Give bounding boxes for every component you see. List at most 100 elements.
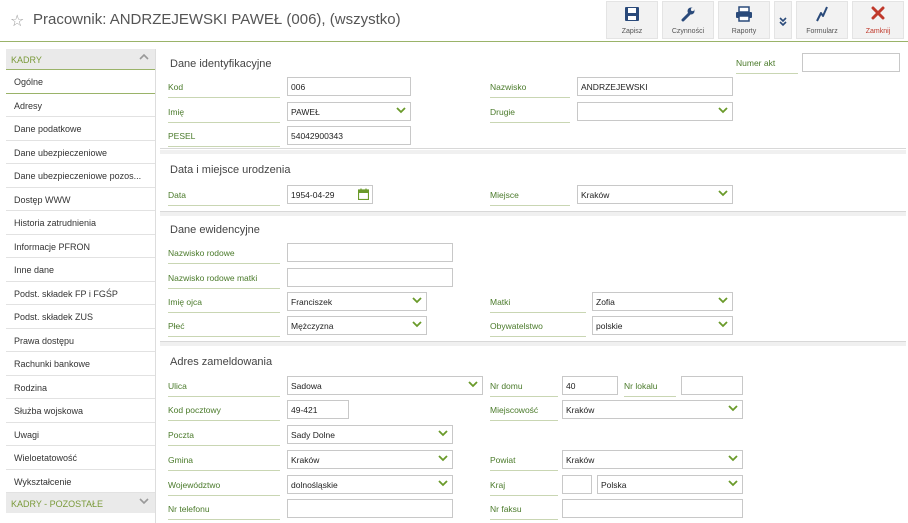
lightning-icon [797,2,847,26]
numer-akt-input[interactable] [802,53,900,72]
sidebar-section-footer[interactable]: KADRY - POZOSTAŁE [6,493,155,513]
sidebar-item-ogolne[interactable]: Ogólne [6,70,155,94]
sidebar-item-wyksztalcenie[interactable]: Wykształcenie [6,470,155,493]
nazwisko-input[interactable]: ANDRZEJEWSKI [577,77,733,96]
telefon-input[interactable] [287,499,453,518]
sidebar-item-dane-ubezpieczeniowe-pozostale[interactable]: Dane ubezpieczeniowe pozos... [6,164,155,188]
plec-select[interactable]: Mężczyzna [287,316,427,335]
sidebar-item-sluzba-wojskowa[interactable]: Służba wojskowa [6,399,155,423]
faks-input[interactable] [562,499,743,518]
data-urodzenia-label: Data [168,190,280,206]
imie-ojca-select[interactable]: Franciszek [287,292,427,311]
chevron-down-icon [468,380,478,390]
reports-button[interactable]: Raporty [718,1,770,39]
section-title: Dane identyfikacyjne [170,58,272,70]
imie-select[interactable]: PAWEŁ [287,102,411,121]
window-header: ☆ Pracownik: ANDRZEJEWSKI PAWEŁ (006), (… [0,0,908,42]
telefon-label: Nr telefonu [168,504,280,520]
calendar-icon[interactable] [357,188,370,202]
sidebar-item-rachunki-bankowe[interactable]: Rachunki bankowe [6,352,155,376]
miejsce-select[interactable]: Kraków [577,185,733,204]
drugie-label: Drugie [490,107,570,123]
close-button[interactable]: Zamknij [852,1,904,39]
chevron-down-icon [438,479,448,489]
kod-input[interactable]: 006 [287,77,411,96]
wrench-icon [663,2,713,26]
powiat-select[interactable]: Kraków [562,450,743,469]
nr-lokalu-label: Nr lokalu [624,381,676,397]
sidebar-item-podst-skladek-zus[interactable]: Podst. składek ZUS [6,305,155,329]
sidebar-item-uwagi[interactable]: Uwagi [6,423,155,446]
wojewodztwo-select[interactable]: dolnośląskie [287,475,453,494]
nazwisko-rodowe-matki-input[interactable] [287,268,453,287]
ulica-select[interactable]: Sadowa [287,376,483,395]
data-urodzenia-input[interactable]: 1954-04-29 [287,185,373,204]
faks-label: Nr faksu [490,504,558,520]
plec-label: Płeć [168,321,280,337]
close-icon [853,2,903,26]
chevron-down-icon [718,106,728,116]
sidebar-item-informacje-pfron[interactable]: Informacje PFRON [6,235,155,258]
chevron-down-icon [396,106,406,116]
nazwisko-label: Nazwisko [490,82,570,98]
sidebar-item-historia-zatrudnienia[interactable]: Historia zatrudnienia [6,211,155,235]
nr-domu-input[interactable]: 40 [562,376,618,395]
nr-domu-label: Nr domu [490,381,558,397]
chevron-down-icon [438,429,448,439]
kod-pocztowy-label: Kod pocztowy [168,405,280,421]
section-address: Adres zameldowania Ulica Sadowa Nr domu … [160,346,906,523]
form-button[interactable]: Formularz [796,1,848,39]
actions-label: Czynności [671,28,705,35]
sidebar-section-header[interactable]: KADRY [6,49,155,70]
chevron-down-icon [718,296,728,306]
miejsce-value: Kraków [581,190,610,200]
miejscowosc-select[interactable]: Kraków [562,400,743,419]
matki-select[interactable]: Zofia [592,292,733,311]
miejscowosc-label: Miejscowość [490,405,558,421]
imie-ojca-label: Imię ojca [168,297,280,313]
close-label: Zamknij [865,28,891,35]
nazwisko-rodowe-matki-label: Nazwisko rodowe matki [168,273,280,289]
sidebar-footer-label: KADRY - POZOSTAŁE [11,499,104,509]
imie-label: Imię [168,107,280,123]
nr-lokalu-input[interactable] [681,376,743,395]
pesel-label: PESEL [168,131,280,147]
section-birth: Data i miejsce urodzenia Data 1954-04-29… [160,154,906,212]
gmina-select[interactable]: Kraków [287,450,453,469]
chevron-down-icon [718,320,728,330]
pesel-input[interactable]: 54042900343 [287,126,411,145]
nazwisko-rodowe-label: Nazwisko rodowe [168,248,280,264]
sidebar-item-dane-ubezpieczeniowe[interactable]: Dane ubezpieczeniowe [6,141,155,164]
sidebar-item-adresy[interactable]: Adresy [6,94,155,117]
sidebar-item-dostep-www[interactable]: Dostęp WWW [6,188,155,211]
reports-dropdown-button[interactable] [774,1,792,39]
matki-value: Zofia [596,297,615,307]
miejsce-label: Miejsce [490,190,570,206]
main-form: Dane identyfikacyjne Numer akt Kod 006 N… [160,49,906,523]
actions-button[interactable]: Czynności [662,1,714,39]
chevron-down-icon [728,404,738,414]
kraj-code-input[interactable] [562,475,592,494]
imie-ojca-value: Franciszek [291,297,333,307]
poczta-select[interactable]: Sady Dolne [287,425,453,444]
favorite-star-icon[interactable]: ☆ [10,11,24,31]
sidebar-item-inne-dane[interactable]: Inne dane [6,258,155,282]
chevron-down-icon [412,320,422,330]
drugie-select[interactable] [577,102,733,121]
sidebar-item-wieloetatowosc[interactable]: Wieloetatowość [6,446,155,470]
obywatelstwo-select[interactable]: polskie [592,316,733,335]
sidebar-item-dane-podatkowe[interactable]: Dane podatkowe [6,117,155,141]
form-label: Formularz [806,28,838,35]
sidebar-item-rodzina[interactable]: Rodzina [6,376,155,399]
nazwisko-rodowe-input[interactable] [287,243,453,262]
wojewodztwo-label: Województwo [168,480,280,496]
save-button[interactable]: Zapisz [606,1,658,39]
sidebar-item-prawa-dostepu[interactable]: Prawa dostępu [6,329,155,352]
ulica-value: Sadowa [291,381,322,391]
sidebar-item-podst-skladek-fp[interactable]: Podst. składek FP i FGŚP [6,282,155,305]
section-identification: Dane identyfikacyjne Numer akt Kod 006 N… [160,49,906,149]
powiat-label: Powiat [490,455,558,471]
kraj-select[interactable]: Polska [597,475,743,494]
kod-pocztowy-input[interactable]: 49-421 [287,400,349,419]
kraj-value: Polska [601,480,627,490]
